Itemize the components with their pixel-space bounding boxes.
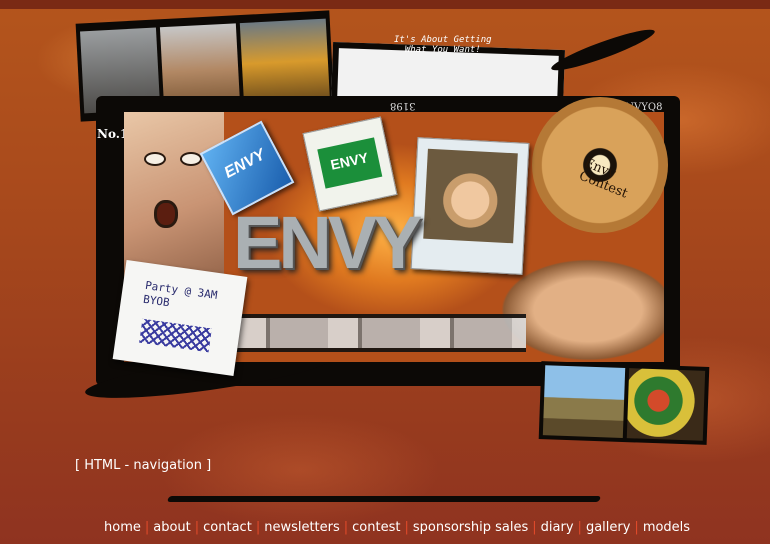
- nav-diary[interactable]: diary: [541, 520, 574, 535]
- nav-contest[interactable]: contest: [352, 520, 400, 535]
- envy-contest-cd[interactable]: Envy Contest: [532, 97, 668, 233]
- film-strip-middle: [236, 314, 526, 352]
- nav-models[interactable]: models: [643, 520, 690, 535]
- main-nav: home | about | contact | newsletters | contest | s…: [104, 520, 690, 535]
- nav-newsletters[interactable]: newsletters: [264, 520, 340, 535]
- nav-separator: |: [404, 520, 409, 535]
- polaroid-image: [423, 148, 518, 244]
- polaroid-photo: [410, 137, 530, 275]
- party-note: Party @ 3AM BYOB: [112, 259, 248, 377]
- top-bar: [0, 0, 770, 9]
- dirtbike-photo: [626, 368, 706, 441]
- envy-logo-title: ENVY: [233, 201, 423, 284]
- tagline-line2: What You Want!: [404, 44, 481, 55]
- nav-separator: |: [194, 520, 200, 535]
- nav-separator: |: [577, 520, 582, 535]
- nav-home[interactable]: home: [104, 520, 141, 535]
- html-navigation-link[interactable]: [ HTML - navigation ]: [75, 458, 211, 473]
- bottom-photo-strip: [538, 361, 710, 445]
- nav-about[interactable]: about: [153, 520, 191, 535]
- nav-separator: |: [343, 520, 349, 535]
- nav-gallery[interactable]: gallery: [586, 520, 630, 535]
- eye-icon: [144, 152, 166, 166]
- envy-blue-label: ENVY: [221, 146, 269, 182]
- mouth-icon: [154, 200, 178, 228]
- nav-sponsorship-sales[interactable]: sponsorship sales: [413, 520, 528, 535]
- eye-icon: [180, 152, 202, 166]
- label-number: 3198: [390, 100, 416, 111]
- bmx-photo: [542, 365, 626, 438]
- tagline: It's About Getting What You Want!: [394, 35, 492, 56]
- nav-contact[interactable]: contact: [203, 520, 252, 535]
- nav-separator: |: [144, 520, 150, 535]
- nav-separator: |: [532, 520, 537, 535]
- nav-separator: |: [634, 520, 639, 535]
- envy-pack-card: ENVY: [302, 116, 398, 212]
- nav-separator: |: [255, 520, 261, 535]
- note-text: Party @ 3AM BYOB: [142, 279, 218, 317]
- thumbnail-taxi: [239, 18, 330, 106]
- cd-label: Envy Contest: [576, 155, 630, 202]
- nav-divider: [166, 496, 602, 502]
- note-scribble: [139, 318, 212, 353]
